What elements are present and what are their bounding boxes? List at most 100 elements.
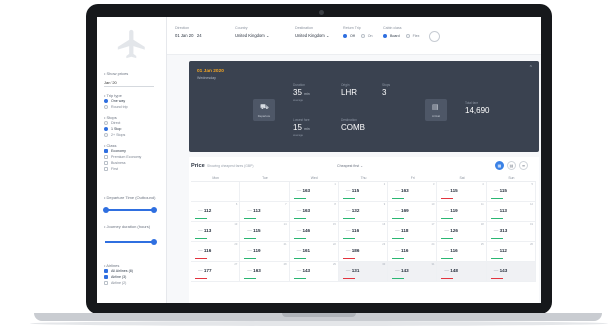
price-trend-bar	[342, 258, 355, 259]
calendar-day-cell[interactable]: 21 — 119	[240, 242, 290, 262]
calendar-day-cell[interactable]: 29 — 143	[289, 262, 339, 282]
laptop-notch	[282, 313, 356, 317]
day-number: 14	[283, 223, 287, 226]
list-view-icon[interactable]: ≡	[519, 161, 528, 170]
day-price: — 163	[247, 268, 261, 273]
day-price: — 119	[247, 248, 260, 253]
price-value: 132	[351, 208, 360, 213]
calendar-day-cell[interactable]: 30 — 131	[338, 262, 389, 282]
month-select[interactable]: Jan '20	[104, 78, 154, 87]
calendar-view-icon[interactable]: ▦	[495, 161, 504, 170]
filter-option[interactable]: First	[104, 166, 162, 172]
stat-total-fare: Total fare 14,690	[465, 101, 490, 115]
slider-handle-min[interactable]	[103, 207, 109, 213]
calendar-day-cell[interactable]: 27 — 177	[191, 262, 241, 282]
filter-option[interactable]: Airline (2)	[104, 280, 162, 286]
plane-logo-icon	[117, 29, 145, 59]
checked-box-icon	[104, 275, 108, 279]
calendar-day-cell	[191, 182, 241, 202]
day-price: — 118	[395, 228, 408, 233]
day-number: 17	[431, 223, 435, 226]
calendar-day-cell[interactable]: 1 — 163	[289, 182, 339, 202]
day-number: 27	[234, 263, 238, 266]
calendar-day-cell[interactable]: 11 — 119	[437, 202, 487, 222]
filter-option-label: Airline (2)	[111, 281, 127, 285]
calendar-grid: Mon Tue Wed Thu Fri Sat Sun 1 — 163 2 — 115 3 — 163…	[191, 175, 536, 282]
price-trend-bar	[293, 278, 306, 279]
calendar-day-cell[interactable]: 31 — 143	[388, 262, 438, 282]
calendar-day-cell[interactable]: 7 — 113	[240, 202, 290, 222]
day-number: 23	[382, 243, 386, 246]
day-price: — 143	[297, 268, 311, 273]
journey-duration-slider[interactable]	[105, 239, 157, 245]
return-trip-toggle: Return Trip Off On	[343, 26, 373, 39]
filter-sidebar: • Show prices Jan '20 • Trip type One wa…	[97, 17, 167, 303]
weekday-header: Mon Tue Wed Thu Fri Sat Sun	[191, 175, 536, 182]
calendar-day-cell[interactable]: 6 — 112	[191, 202, 241, 222]
day-price: — 177	[198, 268, 212, 273]
stops-filter: • Stops Direct 1 Stop 2+ Stops	[104, 115, 162, 138]
calendar-day-cell[interactable]: 22 — 161	[289, 242, 339, 262]
calendar-day-cell[interactable]: 26 — 112	[486, 242, 536, 262]
calendar-day-cell[interactable]: 16 — 116	[338, 222, 389, 242]
country-select[interactable]: Country United Kingdom ⌄	[235, 26, 269, 38]
calendar-day-cell[interactable]: 8 — 163	[289, 202, 339, 222]
price-value: 126	[450, 228, 458, 233]
filter-title: • Departure Time (Outbound)	[104, 195, 156, 200]
price-trend-bar	[244, 278, 257, 279]
filter-option-label: 1 Stop	[111, 127, 122, 131]
calendar-day-cell[interactable]: 28 — 163	[240, 262, 290, 282]
calendar-day-cell[interactable]: 5 — 115	[486, 182, 536, 202]
calendar-day-cell[interactable]: 25 — 116	[437, 242, 487, 262]
slider-handle-max[interactable]	[151, 207, 157, 213]
price-value: 116	[203, 248, 212, 253]
calendar-day-cell[interactable]: 9 — 132	[338, 202, 389, 222]
calendar-day-cell[interactable]: 4 — 115	[437, 182, 487, 202]
day-price: — 112	[198, 208, 211, 213]
destination-select[interactable]: Destination United Kingdom ⌄	[295, 26, 329, 38]
day-price: — 113	[198, 228, 211, 233]
filter-option[interactable]: Round trip	[104, 104, 162, 110]
calendar-day-cell[interactable]: 13 — 113	[191, 222, 241, 242]
price-trend-bar	[441, 238, 454, 239]
day-number: 30	[382, 263, 386, 266]
collapse-icon[interactable]: ⌃	[529, 65, 533, 71]
sort-select[interactable]: Cheapest first ⌄	[337, 164, 363, 168]
calendar-day-cell[interactable]: 24 — 116	[388, 242, 438, 262]
calendar-day-cell[interactable]: — 143	[486, 262, 536, 282]
calendar-day-cell[interactable]: 15 — 146	[289, 222, 339, 242]
price-title: Price	[191, 163, 205, 169]
day-price: — 115	[247, 228, 260, 233]
day-price: — 163	[297, 208, 311, 213]
calendar-day-cell[interactable]: 12 — 113	[486, 202, 536, 222]
filter-option-label: Economy	[111, 149, 126, 153]
date-field[interactable]: Direction 01 Jan 20 24	[175, 26, 202, 38]
unchecked-box-icon	[104, 121, 108, 125]
filter-title: • Show prices	[104, 71, 129, 76]
calendar-day-cell[interactable]: 18 — 126	[437, 222, 487, 242]
slider-handle-max[interactable]	[151, 239, 157, 245]
day-price: — 313	[494, 228, 508, 233]
calendar-day-cell[interactable]: 10 — 169	[388, 202, 438, 222]
refresh-icon[interactable]	[429, 31, 440, 42]
cabin-flex-radio[interactable]: Flex	[405, 33, 419, 39]
price-value: 119	[253, 248, 261, 253]
calendar-day-cell[interactable]: 14 — 115	[240, 222, 290, 242]
calendar-day-cell[interactable]: 20 — 116	[191, 242, 241, 262]
calendar-day-cell[interactable]: — 148	[437, 262, 487, 282]
filter-option[interactable]: 2+ Stops	[104, 132, 162, 138]
calendar-day-cell[interactable]: 3 — 163	[388, 182, 438, 202]
return-on-radio[interactable]: On	[360, 33, 373, 39]
summary-date: 01 Jan 2020	[197, 69, 224, 74]
price-subtitle: Showing cheapest fares (GBP)	[207, 164, 254, 168]
price-trend-bar	[244, 238, 257, 239]
cabin-board-radio[interactable]: Board	[383, 33, 400, 39]
calendar-day-cell[interactable]: 19 — 313	[486, 222, 536, 242]
return-off-radio[interactable]: Off	[343, 33, 355, 39]
calendar-day-cell[interactable]: 23 — 186	[338, 242, 389, 262]
calendar-day-cell[interactable]: 2 — 115	[338, 182, 389, 202]
car-icon: ⛟	[260, 103, 269, 111]
departure-time-slider[interactable]	[103, 207, 157, 213]
chart-view-icon[interactable]: ▤	[507, 161, 516, 170]
calendar-day-cell[interactable]: 17 — 118	[388, 222, 438, 242]
